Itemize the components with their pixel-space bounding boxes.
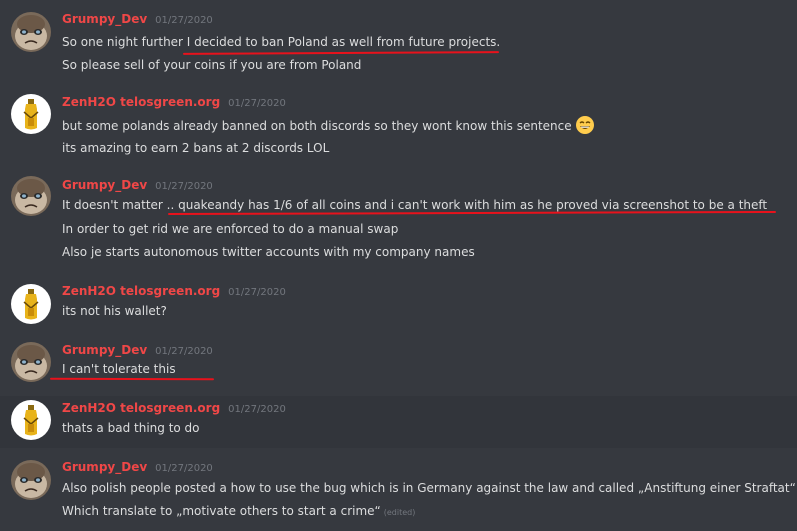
timestamp: 01/27/2020 [155, 463, 213, 474]
message-header: Grumpy_Dev 01/27/2020 [62, 12, 213, 26]
message-text: Also je starts autonomous twitter accoun… [62, 245, 475, 259]
grinning-face-emoji-icon [575, 115, 595, 138]
user-avatar-bottle[interactable] [11, 400, 51, 440]
message-text: In order to get rid we are enforced to d… [62, 222, 399, 236]
user-avatar-cat[interactable] [11, 460, 51, 500]
message-text-content: Which translate to „motivate others to s… [62, 504, 381, 518]
message-text: It doesn't matter .. quakeandy has 1/6 o… [62, 198, 768, 212]
message-header: ZenH2O telosgreen.org 01/27/2020 [62, 284, 286, 298]
user-avatar-cat[interactable] [11, 342, 51, 382]
message-header: Grumpy_Dev 01/27/2020 [62, 460, 213, 474]
timestamp: 01/27/2020 [155, 346, 213, 357]
message-group: Grumpy_Dev 01/27/2020 Also polish people … [0, 448, 797, 531]
message-header: ZenH2O telosgreen.org 01/27/2020 [62, 401, 286, 415]
message-group: Grumpy_Dev 01/27/2020 It doesn't matter .… [0, 166, 797, 276]
edited-label: (edited) [383, 508, 416, 517]
message-group: ZenH2O telosgreen.org 01/27/2020 thats a … [0, 396, 797, 448]
username[interactable]: Grumpy_Dev [62, 12, 147, 26]
username[interactable]: ZenH2O telosgreen.org [62, 401, 220, 415]
message-text: thats a bad thing to do [62, 421, 200, 435]
timestamp: 01/27/2020 [228, 404, 286, 415]
message-text-content: but some polands already banned on both … [62, 119, 572, 133]
message-text: Also polish people posted a how to use t… [62, 481, 796, 495]
message-header: Grumpy_Dev 01/27/2020 [62, 178, 213, 192]
username[interactable]: Grumpy_Dev [62, 178, 147, 192]
message-group: ZenH2O telosgreen.org 01/27/2020 but some… [0, 86, 797, 166]
message-text: Which translate to „motivate others to s… [62, 504, 415, 518]
username[interactable]: ZenH2O telosgreen.org [62, 284, 220, 298]
user-avatar-cat[interactable] [11, 12, 51, 52]
message-text: I can't tolerate this [62, 362, 176, 376]
timestamp: 01/27/2020 [155, 15, 213, 26]
user-avatar-bottle[interactable] [11, 284, 51, 324]
timestamp: 01/27/2020 [155, 181, 213, 192]
user-avatar-bottle[interactable] [11, 94, 51, 134]
message-group: Grumpy_Dev 01/27/2020 So one night furthe… [0, 0, 797, 86]
message-group: ZenH2O telosgreen.org 01/27/2020 its not … [0, 276, 797, 336]
message-text: So please sell of your coins if you are … [62, 58, 362, 72]
username[interactable]: ZenH2O telosgreen.org [62, 95, 220, 109]
message-text: its not his wallet? [62, 304, 167, 318]
username[interactable]: Grumpy_Dev [62, 343, 147, 357]
message-header: Grumpy_Dev 01/27/2020 [62, 343, 213, 357]
timestamp: 01/27/2020 [228, 98, 286, 109]
timestamp: 01/27/2020 [228, 287, 286, 298]
message-header: ZenH2O telosgreen.org 01/27/2020 [62, 95, 286, 109]
user-avatar-cat[interactable] [11, 176, 51, 216]
message-text: its amazing to earn 2 bans at 2 discords… [62, 141, 330, 155]
username[interactable]: Grumpy_Dev [62, 460, 147, 474]
message-group: Grumpy_Dev 01/27/2020 I can't tolerate th… [0, 336, 797, 396]
message-text: So one night further I decided to ban Po… [62, 35, 501, 49]
message-text: but some polands already banned on both … [62, 115, 595, 138]
